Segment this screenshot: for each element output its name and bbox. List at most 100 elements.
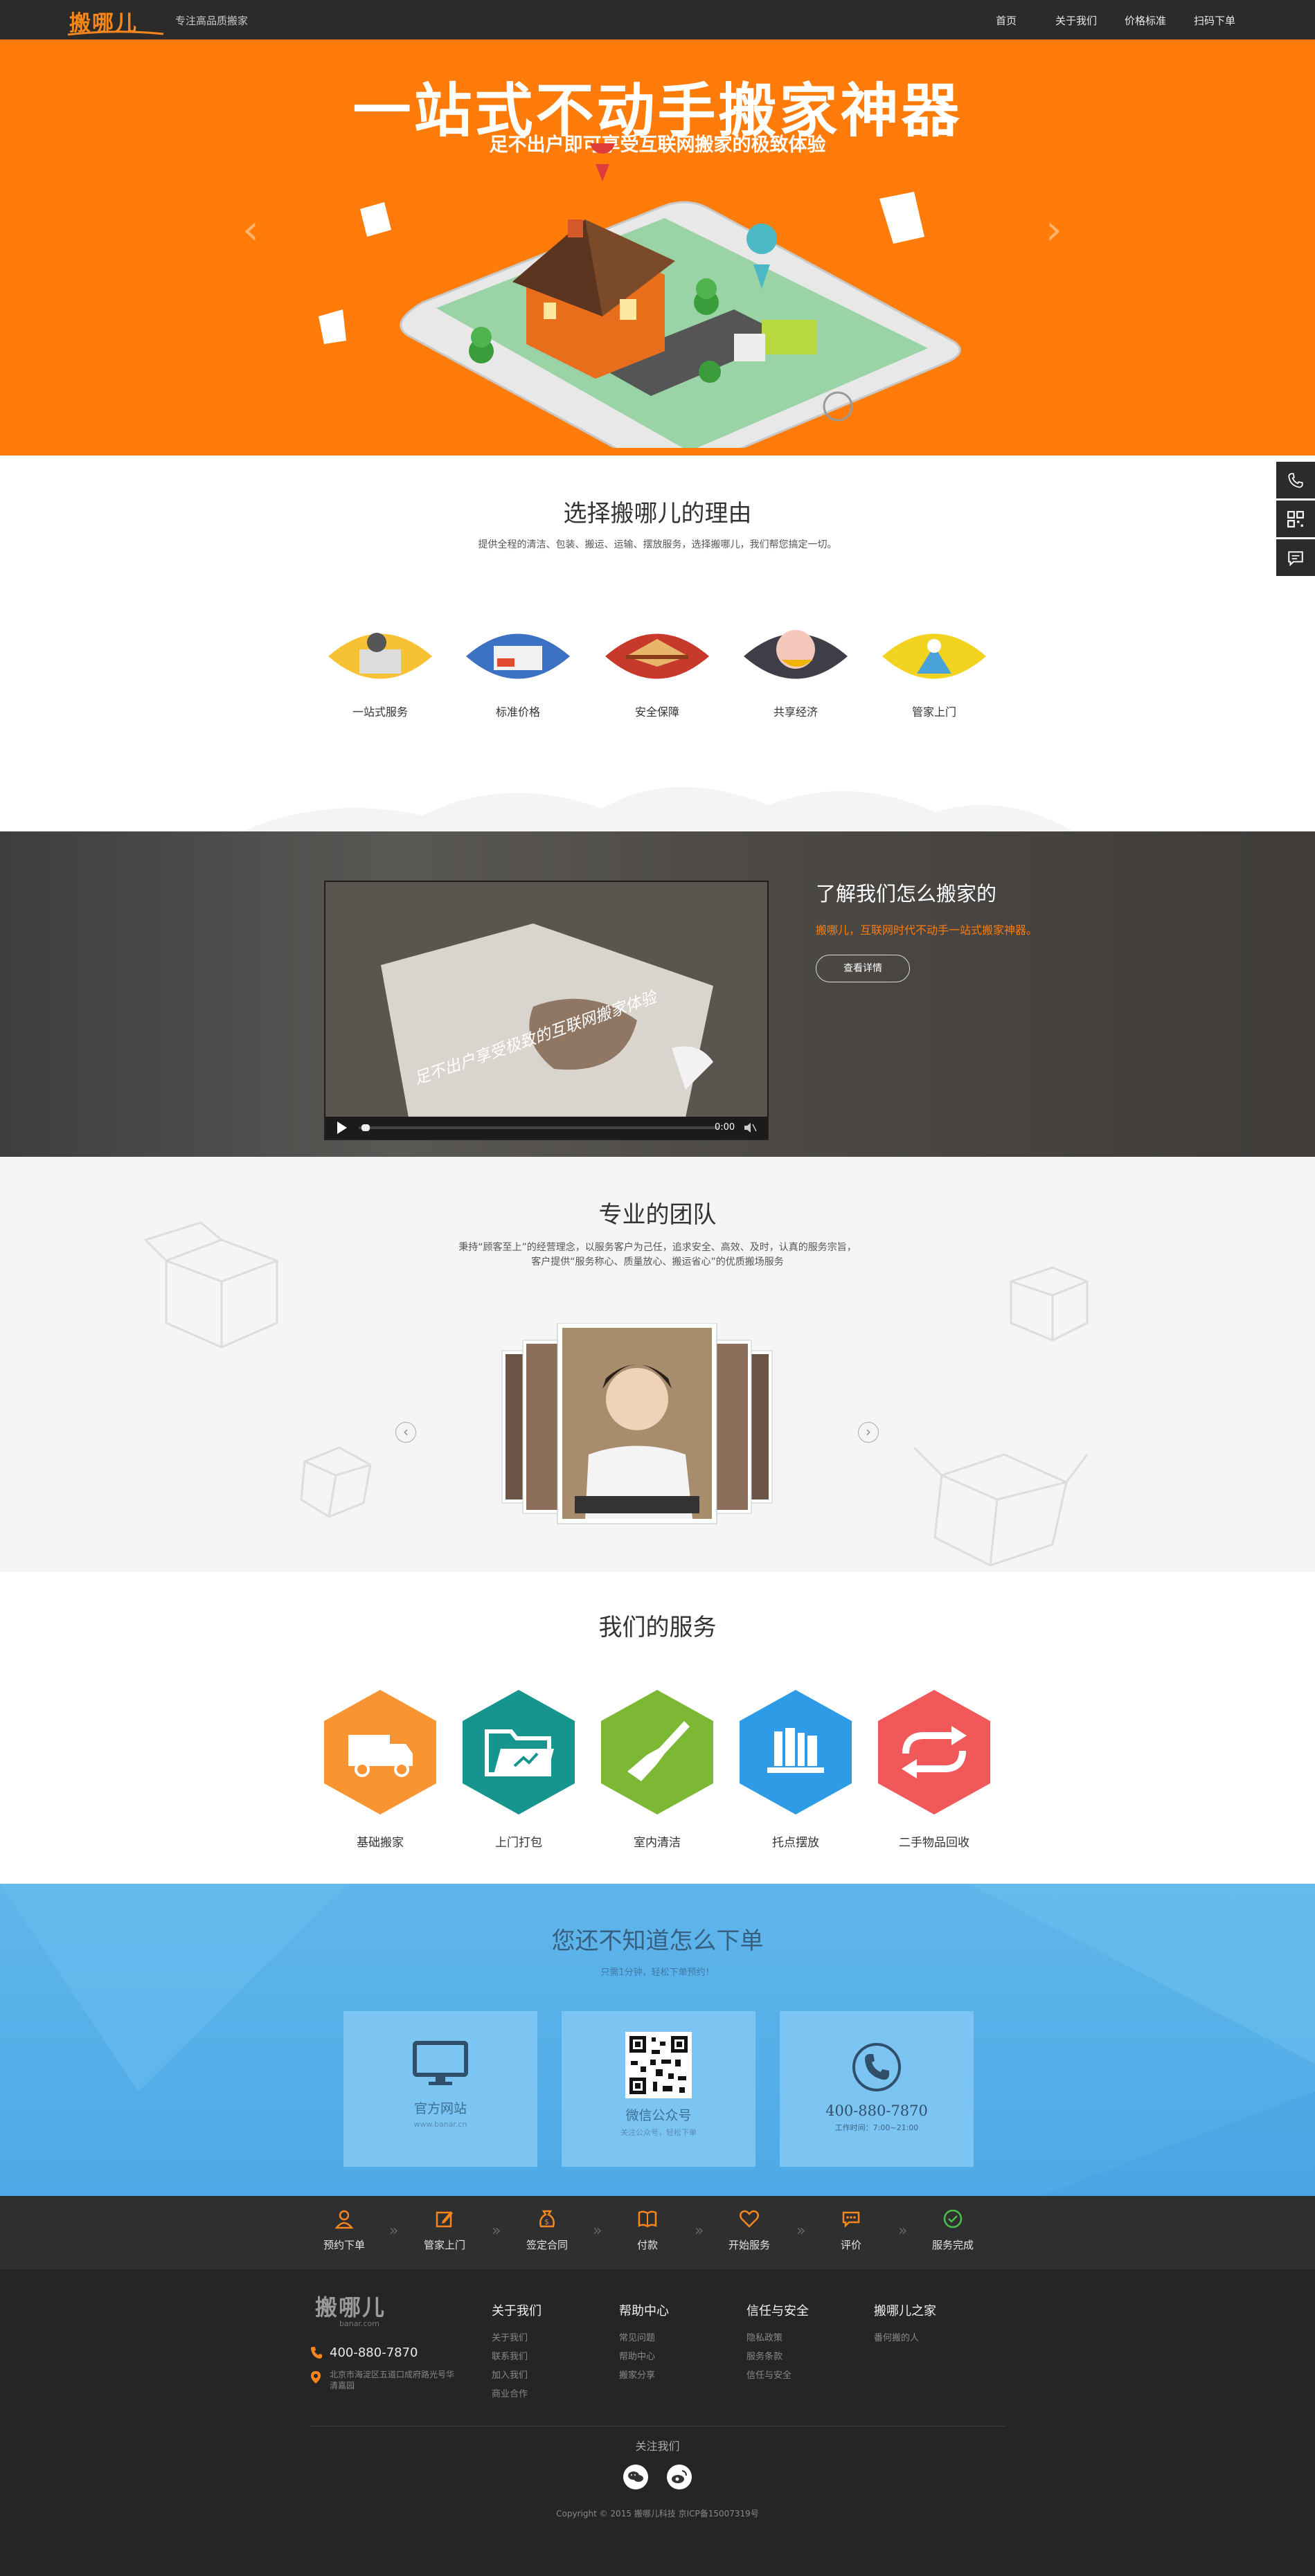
team-next-arrow[interactable]: ›: [858, 1422, 879, 1443]
handshake-icon: [744, 630, 848, 679]
service-placement[interactable]: 托点摆放: [740, 1690, 852, 1850]
service-basic-moving[interactable]: 基础搬家: [324, 1690, 436, 1850]
price-tag-icon: [466, 633, 570, 679]
footer-link[interactable]: 帮助中心: [619, 2348, 669, 2366]
order-card-title: 官方网站: [413, 2101, 467, 2116]
video-time: 0:00: [715, 1122, 735, 1133]
phone-button[interactable]: [1276, 462, 1315, 498]
footer-col-title: 信任与安全: [746, 2304, 809, 2318]
nav-home[interactable]: 首页: [996, 13, 1017, 28]
follow-us-label: 关注我们: [635, 2440, 680, 2453]
footer-link[interactable]: 信任与安全: [746, 2366, 809, 2385]
nav-pricing[interactable]: 价格标准: [1125, 13, 1166, 28]
volume-icon[interactable]: [743, 1122, 757, 1134]
nav-about[interactable]: 关于我们: [1055, 13, 1097, 28]
team-photo-carousel[interactable]: [499, 1323, 776, 1551]
team-section: 专业的团队 秉持“顾客至上”的经营理念，以服务客户为己任，追求安全、高效、及时，…: [0, 1157, 1315, 1572]
phone-icon: [1288, 472, 1303, 488]
check-circle-icon: [943, 2209, 963, 2228]
logo-swoosh-icon: [68, 30, 163, 36]
reason-label: 共享经济: [773, 705, 818, 719]
step-review: 评价: [813, 2208, 889, 2252]
message-icon: [1288, 550, 1303, 566]
footer-link[interactable]: 隐私政策: [746, 2329, 809, 2348]
hero-next-arrow[interactable]: ›: [1046, 206, 1062, 254]
qr-code-icon: [1287, 510, 1304, 528]
service-packing[interactable]: 上门打包: [463, 1690, 575, 1850]
service-recycling[interactable]: 二手物品回收: [878, 1690, 990, 1850]
step-chevron-icon: »: [492, 2222, 501, 2240]
order-card-title: 400-880-7870: [825, 2102, 928, 2119]
weibo-icon: [672, 2470, 687, 2483]
wechat-icon: [628, 2471, 643, 2482]
location-pin-icon: [311, 2371, 321, 2384]
video-player[interactable]: 足不出户享受极致的互联网搬家体验 0:00: [324, 881, 769, 1140]
order-card-website[interactable]: 官方网站 www.banar.cn: [343, 2011, 537, 2167]
butler-icon: [882, 633, 986, 679]
footer-link[interactable]: 商业合作: [492, 2385, 542, 2404]
nav-scan-order[interactable]: 扫码下单: [1194, 13, 1235, 28]
monitor-icon: [413, 2041, 468, 2085]
step-label: 管家上门: [423, 2239, 465, 2251]
footer-link[interactable]: 关于我们: [492, 2329, 542, 2348]
reason-one-stop: 一站式服务: [328, 625, 432, 719]
footer-logo[interactable]: 搬哪儿: [315, 2290, 386, 2322]
services-title: 我们的服务: [598, 1614, 717, 1641]
order-card-sub: 关注公众号，轻松下单: [620, 2128, 697, 2137]
recycle-icon: [878, 1690, 990, 1814]
view-details-button[interactable]: 查看详情: [816, 955, 910, 982]
video-progress-bar[interactable]: [359, 1126, 719, 1129]
footer-col-title: 帮助中心: [619, 2304, 669, 2318]
footer-link[interactable]: 番何搬的人: [874, 2329, 936, 2348]
weibo-button[interactable]: [667, 2465, 692, 2489]
hero-prev-arrow[interactable]: ‹: [242, 206, 259, 254]
team-desc-line1: 秉持“顾客至上”的经营理念，以服务客户为己任，追求安全、高效、及时，认真的服务宗…: [458, 1242, 857, 1253]
cloud-decoration: [242, 786, 1073, 831]
reasons-title: 选择搬哪儿的理由: [563, 500, 752, 528]
order-card-sub: www.banar.cn: [413, 2120, 467, 2129]
footer-link[interactable]: 加入我们: [492, 2366, 542, 2385]
video-thumbnail: 足不出户享受极致的互联网搬家体验: [325, 882, 767, 1117]
order-subtitle: 只需1分钟，轻松下单预约！: [600, 1967, 715, 1978]
service-label: 上门打包: [495, 1836, 542, 1850]
copyright-text: Copyright © 2015 搬哪儿科技 京ICP备15007319号: [556, 2509, 759, 2519]
video-section: 足不出户享受极致的互联网搬家体验 0:00 了解我们怎么搬家的 搬哪儿，互联网时…: [0, 831, 1315, 1157]
step-start-service: 开始服务: [711, 2208, 787, 2252]
qr-code-button[interactable]: [1276, 501, 1315, 537]
service-label: 基础搬家: [357, 1836, 404, 1850]
order-card-wechat[interactable]: 微信公众号 关注公众号，轻松下单: [562, 2011, 755, 2167]
team-prev-arrow[interactable]: ‹: [395, 1422, 416, 1443]
reason-standard-price: 标准价格: [466, 625, 570, 719]
footer-col-title: 关于我们: [492, 2304, 542, 2318]
footer-link[interactable]: 常见问题: [619, 2329, 669, 2348]
box-decoration-icon: [300, 1446, 372, 1518]
play-icon[interactable]: [337, 1122, 347, 1134]
video-scrubber[interactable]: [361, 1124, 370, 1131]
user-icon: [334, 2210, 354, 2229]
books-icon: [740, 1690, 852, 1814]
hero-phone-house-illustration: [319, 143, 961, 448]
footer-link[interactable]: 联系我们: [492, 2348, 542, 2366]
reasons-section: 选择搬哪儿的理由 提供全程的清洁、包装、搬运、运输、摆放服务，选择搬哪儿，我们帮…: [0, 456, 1315, 831]
step-chevron-icon: »: [593, 2222, 602, 2240]
services-section: 我们的服务 基础搬家 上门打包 室内清洁 托点摆放 二手物品回收: [0, 1572, 1315, 1884]
footer-link[interactable]: 搬家分享: [619, 2366, 669, 2385]
order-title: 您还不知道怎么下单: [551, 1927, 764, 1955]
footer-link[interactable]: 服务条款: [746, 2348, 809, 2366]
step-butler-visit: 管家上门: [406, 2208, 483, 2252]
edit-icon: [436, 2211, 453, 2228]
box-decoration-icon: [913, 1446, 1089, 1567]
reason-sharing: 共享经济: [744, 625, 848, 719]
service-label: 室内清洁: [634, 1836, 681, 1850]
truck-icon: [324, 1690, 436, 1814]
video-section-desc: 搬哪儿，互联网时代不动手一站式搬家神器。: [816, 924, 1038, 937]
order-card-phone[interactable]: 400-880-7870 工作时间：7:00~21:00: [780, 2011, 974, 2167]
qr-code-icon: [625, 2032, 692, 2098]
service-cleaning[interactable]: 室内清洁: [601, 1690, 713, 1850]
wechat-button[interactable]: [623, 2465, 648, 2489]
hero-banner: 一站式不动手搬家神器 足不出户即可享受互联网搬家的极致体验 ‹ ›: [0, 39, 1315, 456]
footer-logo-sub: banar.com: [339, 2319, 379, 2328]
step-label: 签定合同: [526, 2239, 568, 2251]
video-controls: 0:00: [325, 1117, 767, 1139]
message-button[interactable]: [1276, 539, 1315, 576]
